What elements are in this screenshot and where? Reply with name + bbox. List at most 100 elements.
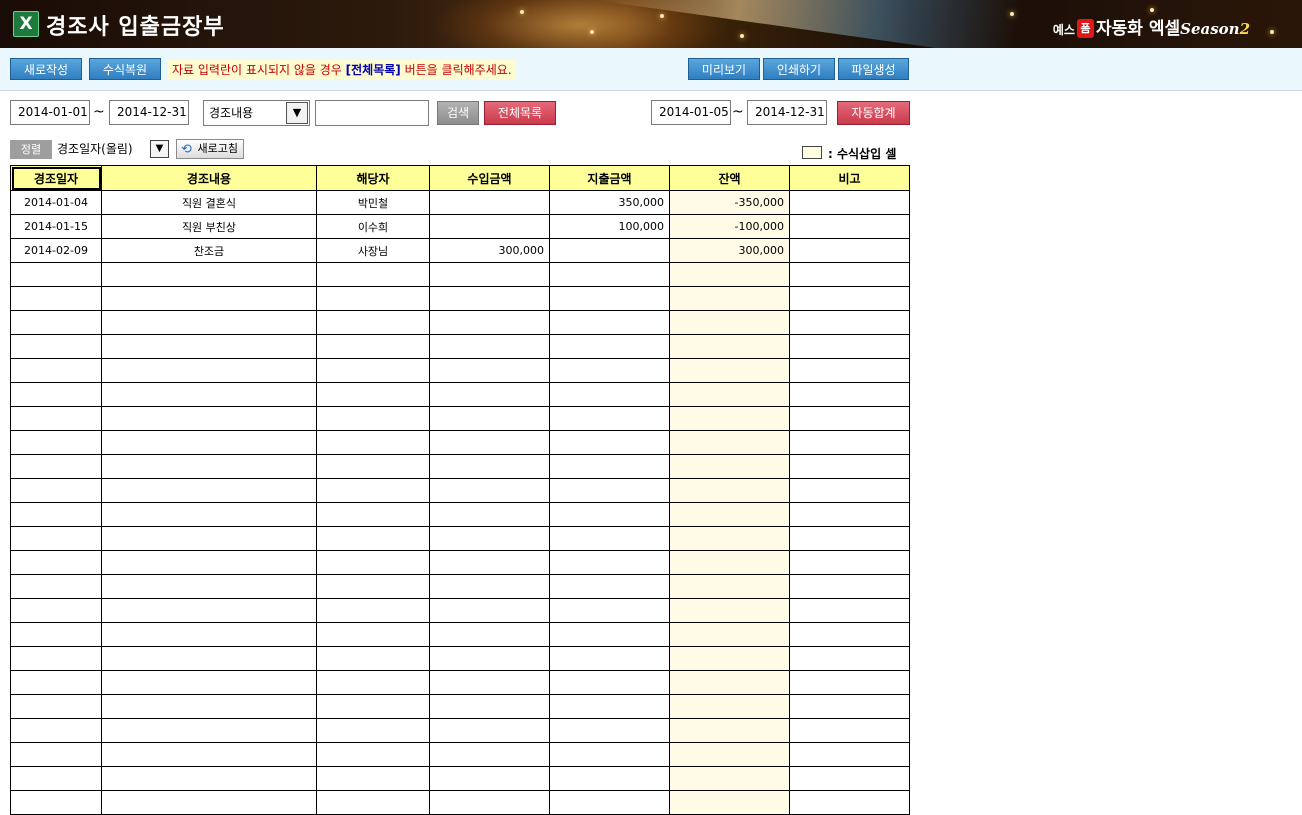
cell-income[interactable] xyxy=(429,670,550,695)
cell-note[interactable] xyxy=(789,766,910,791)
cell-note[interactable] xyxy=(789,598,910,623)
cell-expense[interactable] xyxy=(549,310,670,335)
cell-income[interactable] xyxy=(429,526,550,551)
cell-balance[interactable] xyxy=(669,526,790,551)
cell-person[interactable] xyxy=(316,646,430,671)
cell-income[interactable] xyxy=(429,478,550,503)
file-create-button[interactable]: 파일생성 xyxy=(838,58,909,80)
cell-note[interactable] xyxy=(789,382,910,407)
cell-income[interactable] xyxy=(429,358,550,383)
cell-balance[interactable] xyxy=(669,670,790,695)
cell-person[interactable]: 박민철 xyxy=(316,190,430,215)
cell-expense[interactable]: 100,000 xyxy=(549,214,670,239)
date-from-input[interactable]: 2014-01-01 xyxy=(10,100,90,125)
cell-person[interactable] xyxy=(316,382,430,407)
cell-income[interactable] xyxy=(429,382,550,407)
sum-date-to-input[interactable]: 2014-12-31 xyxy=(747,100,827,125)
cell-content[interactable] xyxy=(101,478,317,503)
cell-balance[interactable] xyxy=(669,646,790,671)
cell-income[interactable] xyxy=(429,742,550,767)
cell-income[interactable] xyxy=(429,430,550,455)
all-list-button[interactable]: 전체목록 xyxy=(484,101,556,125)
cell-date[interactable] xyxy=(10,766,102,791)
cell-content[interactable] xyxy=(101,718,317,743)
cell-income[interactable] xyxy=(429,646,550,671)
col-header-date[interactable]: 경조일자 xyxy=(10,165,102,191)
cell-note[interactable] xyxy=(789,502,910,527)
preview-button[interactable]: 미리보기 xyxy=(688,58,760,80)
cell-expense[interactable] xyxy=(549,262,670,287)
cell-content[interactable]: 직원 부친상 xyxy=(101,214,317,239)
cell-income[interactable]: 300,000 xyxy=(429,238,550,263)
cell-expense[interactable] xyxy=(549,454,670,479)
cell-expense[interactable] xyxy=(549,334,670,359)
refresh-button[interactable]: ⟲ 새로고침 xyxy=(176,139,244,159)
col-header-person[interactable]: 해당자 xyxy=(316,165,430,191)
cell-balance[interactable] xyxy=(669,430,790,455)
cell-content[interactable] xyxy=(101,430,317,455)
cell-balance[interactable] xyxy=(669,478,790,503)
cell-income[interactable] xyxy=(429,766,550,791)
cell-balance[interactable] xyxy=(669,382,790,407)
cell-content[interactable] xyxy=(101,694,317,719)
search-input[interactable] xyxy=(315,100,429,126)
cell-expense[interactable] xyxy=(549,358,670,383)
date-to-input[interactable]: 2014-12-31 xyxy=(109,100,189,125)
cell-person[interactable]: 이수희 xyxy=(316,214,430,239)
cell-expense[interactable] xyxy=(549,598,670,623)
cell-content[interactable] xyxy=(101,598,317,623)
cell-person[interactable] xyxy=(316,334,430,359)
cell-content[interactable] xyxy=(101,334,317,359)
cell-date[interactable] xyxy=(10,550,102,575)
cell-date[interactable] xyxy=(10,718,102,743)
cell-note[interactable] xyxy=(789,262,910,287)
cell-date[interactable] xyxy=(10,502,102,527)
cell-balance[interactable] xyxy=(669,742,790,767)
col-header-content[interactable]: 경조내용 xyxy=(101,165,317,191)
cell-content[interactable] xyxy=(101,622,317,647)
cell-person[interactable] xyxy=(316,718,430,743)
cell-note[interactable] xyxy=(789,526,910,551)
cell-date[interactable] xyxy=(10,310,102,335)
cell-content[interactable] xyxy=(101,574,317,599)
cell-note[interactable] xyxy=(789,622,910,647)
cell-balance[interactable] xyxy=(669,766,790,791)
sort-select[interactable]: 경조일자(올림) ▼ xyxy=(53,139,170,160)
cell-person[interactable] xyxy=(316,430,430,455)
cell-expense[interactable] xyxy=(549,550,670,575)
cell-note[interactable] xyxy=(789,430,910,455)
cell-content[interactable] xyxy=(101,646,317,671)
cell-note[interactable] xyxy=(789,190,910,215)
cell-content[interactable] xyxy=(101,766,317,791)
cell-expense[interactable] xyxy=(549,478,670,503)
cell-person[interactable] xyxy=(316,358,430,383)
cell-balance[interactable] xyxy=(669,286,790,311)
cell-balance[interactable] xyxy=(669,718,790,743)
cell-note[interactable] xyxy=(789,286,910,311)
cell-content[interactable] xyxy=(101,502,317,527)
cell-note[interactable] xyxy=(789,550,910,575)
sum-date-from-input[interactable]: 2014-01-05 xyxy=(651,100,731,125)
cell-income[interactable] xyxy=(429,310,550,335)
cell-date[interactable] xyxy=(10,646,102,671)
cell-person[interactable] xyxy=(316,550,430,575)
cell-balance[interactable] xyxy=(669,358,790,383)
cell-balance[interactable]: -100,000 xyxy=(669,214,790,239)
cell-balance[interactable]: 300,000 xyxy=(669,238,790,263)
cell-expense[interactable] xyxy=(549,718,670,743)
cell-date[interactable] xyxy=(10,382,102,407)
cell-income[interactable] xyxy=(429,286,550,311)
cell-expense[interactable] xyxy=(549,742,670,767)
cell-income[interactable] xyxy=(429,574,550,599)
print-button[interactable]: 인쇄하기 xyxy=(763,58,835,80)
cell-expense[interactable] xyxy=(549,238,670,263)
cell-note[interactable] xyxy=(789,310,910,335)
cell-note[interactable] xyxy=(789,334,910,359)
cell-expense[interactable] xyxy=(549,670,670,695)
cell-date[interactable] xyxy=(10,742,102,767)
cell-date[interactable] xyxy=(10,286,102,311)
cell-content[interactable] xyxy=(101,550,317,575)
cell-expense[interactable] xyxy=(549,622,670,647)
cell-content[interactable] xyxy=(101,286,317,311)
cell-content[interactable] xyxy=(101,262,317,287)
